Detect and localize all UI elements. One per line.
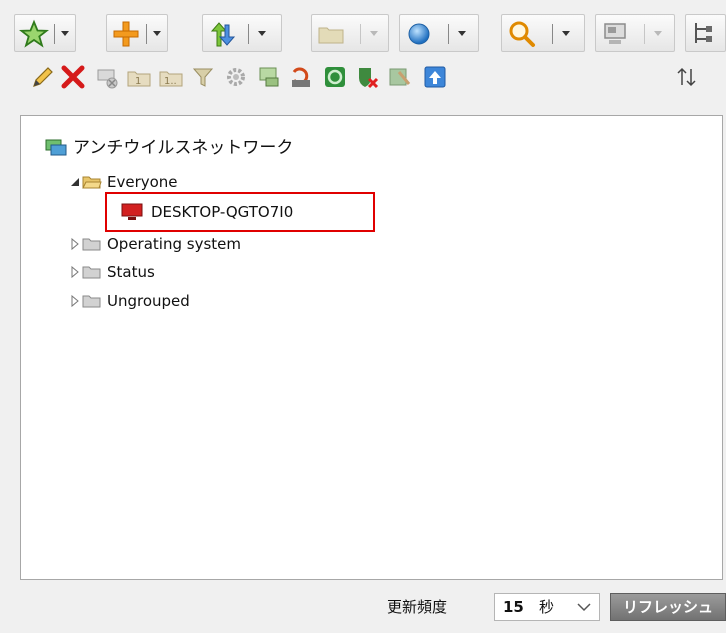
- folder-1-icon[interactable]: 1: [126, 64, 152, 90]
- folder-icon: [82, 238, 101, 251]
- network-tree-panel: アンチウイルスネットワーク Everyone DESKTOP-QGTO7I0 O…: [20, 115, 723, 580]
- svg-text:1: 1: [135, 76, 141, 87]
- station-icon: [121, 203, 143, 220]
- repair-icon[interactable]: [387, 64, 413, 90]
- tree-node-label: DESKTOP-QGTO7I0: [151, 203, 294, 221]
- tree-view-button[interactable]: [685, 14, 726, 52]
- gear-icon[interactable]: [223, 64, 249, 90]
- folder-icon: [82, 295, 101, 308]
- collapsed-triangle-icon[interactable]: [69, 260, 81, 284]
- uninstall-icon[interactable]: [288, 64, 314, 90]
- svg-text:1..: 1..: [164, 76, 177, 87]
- sort-arrows-icon[interactable]: [674, 64, 700, 90]
- move-button[interactable]: [202, 14, 282, 52]
- tree-node-label: Ungrouped: [107, 292, 190, 310]
- chevron-down-icon: [370, 31, 378, 36]
- install-icon[interactable]: [256, 64, 282, 90]
- refresh-button[interactable]: リフレッシュ: [610, 593, 726, 621]
- update-icon[interactable]: [322, 64, 348, 90]
- tree-root-label: アンチウイルスネットワーク: [73, 138, 294, 158]
- restart-shield-icon[interactable]: [354, 64, 380, 90]
- folder-icon: [318, 27, 344, 44]
- move-arrows-icon: [210, 22, 236, 47]
- pencil-icon[interactable]: [30, 64, 56, 90]
- chevron-down-icon[interactable]: [153, 31, 161, 36]
- network-icon: [45, 139, 67, 156]
- chevron-down-icon[interactable]: [258, 31, 266, 36]
- tree-node-label: Operating system: [107, 235, 241, 253]
- update-frequency-select[interactable]: 15 秒: [494, 593, 600, 621]
- search-button[interactable]: [501, 14, 585, 52]
- favorites-button[interactable]: [14, 14, 76, 52]
- folder-button: [311, 14, 389, 52]
- remove-station-icon[interactable]: [94, 64, 120, 90]
- sphere-icon: [408, 23, 430, 45]
- upload-icon[interactable]: [422, 64, 448, 90]
- tree-icon: [695, 23, 712, 43]
- frequency-unit: 秒: [539, 598, 555, 616]
- star-icon: [19, 19, 49, 48]
- chevron-down-icon: [654, 31, 662, 36]
- tree-node-label: Status: [107, 263, 155, 281]
- chevron-down-icon[interactable]: [61, 31, 69, 36]
- expanded-triangle-icon[interactable]: [69, 170, 81, 194]
- tree-node-label: Everyone: [107, 173, 178, 191]
- folder-icon: [82, 266, 101, 279]
- computer-icon: [604, 23, 626, 44]
- collapsed-triangle-icon[interactable]: [69, 232, 81, 256]
- filter-icon[interactable]: [190, 64, 216, 90]
- computer-button: [595, 14, 675, 52]
- chevron-down-icon[interactable]: [562, 31, 570, 36]
- add-button[interactable]: [106, 14, 168, 52]
- chevron-down-icon: [577, 603, 591, 612]
- open-folder-icon: [82, 176, 102, 189]
- frequency-value: 15: [503, 598, 524, 616]
- chevron-down-icon[interactable]: [458, 31, 466, 36]
- plus-icon: [113, 21, 139, 47]
- collapsed-triangle-icon[interactable]: [69, 289, 81, 313]
- magnifier-icon: [509, 21, 535, 47]
- folder-1-more-icon[interactable]: 1..: [158, 64, 184, 90]
- delete-x-icon[interactable]: [60, 64, 86, 90]
- sphere-button[interactable]: [399, 14, 479, 52]
- update-frequency-label: 更新頻度: [387, 598, 448, 616]
